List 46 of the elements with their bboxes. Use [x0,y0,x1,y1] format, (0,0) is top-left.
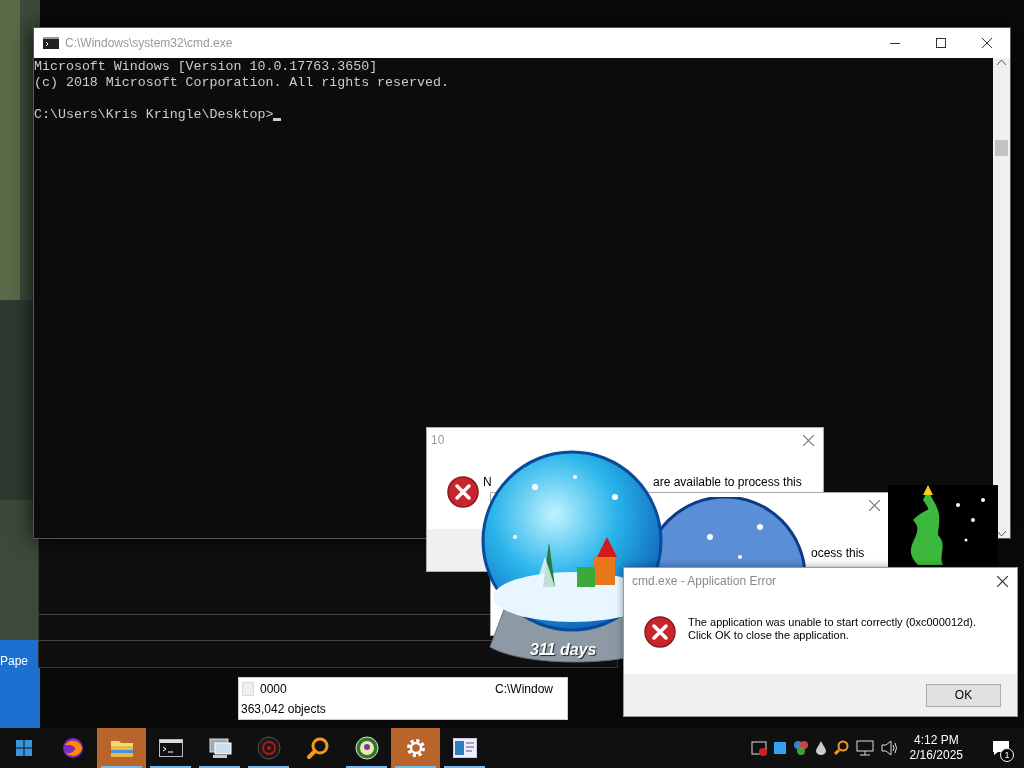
network-icon [855,740,874,756]
search-icon [832,740,849,756]
windows-icon [16,740,32,756]
minimize-icon [890,42,900,44]
console-line: Microsoft Windows [Version 10.0.17763.3650] [34,59,379,75]
speaker-icon [880,740,899,756]
dialog-title: 10 [431,432,445,449]
window-title: C:\Windows\system32\cmd.exe [65,35,234,52]
drop-icon [815,741,826,755]
computer-icon [206,737,233,759]
close-icon [996,575,1008,587]
window-icon [452,738,477,758]
clock-time[interactable]: 4:12 PM [913,733,959,748]
maximize-icon [936,38,946,48]
globe-icon [60,736,85,760]
notification-button[interactable]: 1 [984,728,1018,768]
settings-icon [404,737,427,759]
console-icon [43,37,59,49]
search-icon [305,736,330,760]
file-icon [242,682,254,696]
dialog-title: cmd.exe - Application Error [632,573,777,590]
dialog-message: ocess this [811,545,865,562]
scrollbar-thumb[interactable] [995,140,1008,156]
notification-count: 1 [1000,748,1014,762]
file-name: 0000 [260,681,288,698]
status-text: 363,042 objects [240,701,327,718]
clock-date[interactable]: 2/16/2025 [909,748,963,763]
error-icon [447,476,479,508]
disc-icon [256,736,281,760]
dialog-message: Click OK to close the application. [688,629,850,642]
terminal-icon [158,739,183,757]
file-path: C:\Window [495,681,553,698]
desktop-icon-label: Pape [0,653,30,670]
close-icon [868,499,880,511]
dialog-message: are available to process this [653,475,802,489]
console-line: (c) 2018 Microsoft Corporation. All rights reserved. [34,75,450,91]
close-icon [802,434,814,446]
square-icon [773,742,786,754]
text-cursor [273,118,282,121]
ok-button[interactable]: OK [926,683,1001,707]
close-icon [982,38,992,48]
command-prompt: C:\Users\Kris Kringle\Desktop> [34,107,274,123]
folder-icon [109,738,134,758]
puzzle-icon [792,740,809,756]
emblem-icon [354,736,379,760]
dialog-message: The application was unable to start correctly (0xc000012d). [688,616,976,629]
